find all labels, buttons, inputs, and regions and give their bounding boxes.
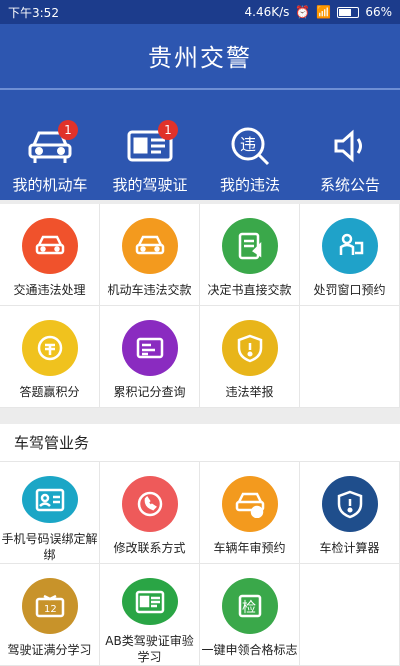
grid-item-label: 交通违法处理 (13, 283, 86, 297)
grid-empty-cell (300, 306, 400, 408)
document-icon (221, 218, 278, 274)
violation-search-icon: 违 (231, 127, 270, 166)
grid-item[interactable]: 处罚窗口预约 (300, 204, 400, 306)
service-grid-top: 交通违法处理 机动车违法交款 决定书直接交款 处罚窗口预约答题赢积分 累积记分查询 违法举… (0, 204, 400, 408)
grid-item[interactable]: 车检计算器 (300, 462, 400, 564)
car-icon (21, 218, 78, 274)
nav-label: 我的违法 (219, 176, 280, 194)
grid-empty-cell (300, 564, 400, 666)
inspection-stamp-icon: 检 (221, 578, 278, 634)
grid-item-label: 修改联系方式 (113, 541, 186, 555)
battery-icon (337, 6, 360, 18)
grid-item[interactable]: 车辆年审预约 (200, 462, 300, 564)
car-icon (121, 218, 178, 274)
grid-item-label: 机动车违法交款 (107, 283, 192, 297)
page-title: 贵州交警 (148, 44, 252, 72)
grid-item[interactable]: 违法举报 (200, 306, 300, 408)
grid-item[interactable]: AB类驾驶证审验学习 (100, 564, 200, 666)
svg-text:12: 12 (44, 604, 57, 615)
grid-item-label: 手机号码误绑定解绑 (1, 532, 98, 562)
alarm-icon: ⏰ (295, 5, 311, 19)
network-speed: 4.46K/s (244, 5, 290, 19)
phone-icon (121, 476, 178, 532)
grid-item[interactable]: 12 驾驶证满分学习 (0, 564, 100, 666)
service-grid-vehicle: 手机号码误绑定解绑 修改联系方式 车辆年审预约 车检计算器 12 驾驶证满分学习 AB类驾驶… (0, 462, 400, 666)
nav-label: 我的驾驶证 (112, 176, 188, 194)
grid-item[interactable]: 决定书直接交款 (200, 204, 300, 306)
grid-item[interactable]: 交通违法处理 (0, 204, 100, 306)
nav-announcement[interactable]: 系统公告 (300, 124, 400, 195)
nav-label: 系统公告 (319, 176, 380, 194)
svg-text:检: 检 (242, 600, 256, 616)
vehicle-badge: 1 (58, 120, 78, 140)
grid-item-label: 一键申领合格标志 (201, 643, 298, 657)
nav-my-vehicle[interactable]: 1 我的机动车 (0, 120, 100, 195)
status-time: 下午3:52 (8, 5, 59, 20)
grid-item[interactable]: 修改联系方式 (100, 462, 200, 564)
wifi-icon: 📶 (316, 5, 332, 19)
grid-item[interactable]: 手机号码误绑定解绑 (0, 462, 100, 564)
grid-item[interactable]: 累积记分查询 (100, 306, 200, 408)
license-card-icon (121, 578, 178, 625)
grid-item[interactable]: 机动车违法交款 (100, 204, 200, 306)
speaker-icon (334, 129, 362, 163)
grid-item-label: 车检计算器 (319, 541, 380, 555)
id-card-icon (21, 476, 78, 523)
person-desk-icon (321, 218, 378, 274)
coin-icon (21, 320, 78, 376)
nav-my-license[interactable]: 1 我的驾驶证 (100, 120, 200, 195)
score-board-icon: 12 (21, 578, 78, 634)
card-icon (121, 320, 178, 376)
battery-percent: 66% (365, 5, 392, 19)
shield-icon (221, 320, 278, 376)
grid-item-label: 处罚窗口预约 (313, 283, 386, 297)
license-badge: 1 (158, 120, 178, 140)
nav-my-violation[interactable]: 违 我的违法 (200, 124, 300, 195)
grid-item-label: 决定书直接交款 (207, 283, 292, 297)
header-divider (0, 88, 400, 90)
grid-item-label: 驾驶证满分学习 (7, 643, 92, 657)
shield-icon (321, 476, 378, 532)
grid-item-label: 车辆年审预约 (213, 541, 286, 555)
section-title: 车驾管业务 (0, 424, 400, 462)
grid-item-label: AB类驾驶证审验学习 (105, 634, 194, 664)
grid-item-label: 答题赢积分 (19, 385, 80, 399)
grid-item-label: 累积记分查询 (113, 385, 186, 399)
top-nav: 1 我的机动车 1 我的驾驶证 违 我的违法 系统公告 (0, 120, 400, 195)
svg-text:违: 违 (240, 135, 256, 154)
grid-item-label: 违法举报 (225, 385, 274, 399)
nav-label: 我的机动车 (12, 176, 88, 194)
grid-item[interactable]: 检一键申领合格标志 (200, 564, 300, 666)
app-header: 贵州交警 1 我的机动车 1 我的驾驶证 违 我的违法 系统公告 (0, 24, 400, 200)
status-bar: 下午3:52 4.46K/s ⏰ 📶 66% (0, 0, 400, 24)
grid-item[interactable]: 答题赢积分 (0, 306, 100, 408)
car-check-icon (221, 476, 278, 532)
